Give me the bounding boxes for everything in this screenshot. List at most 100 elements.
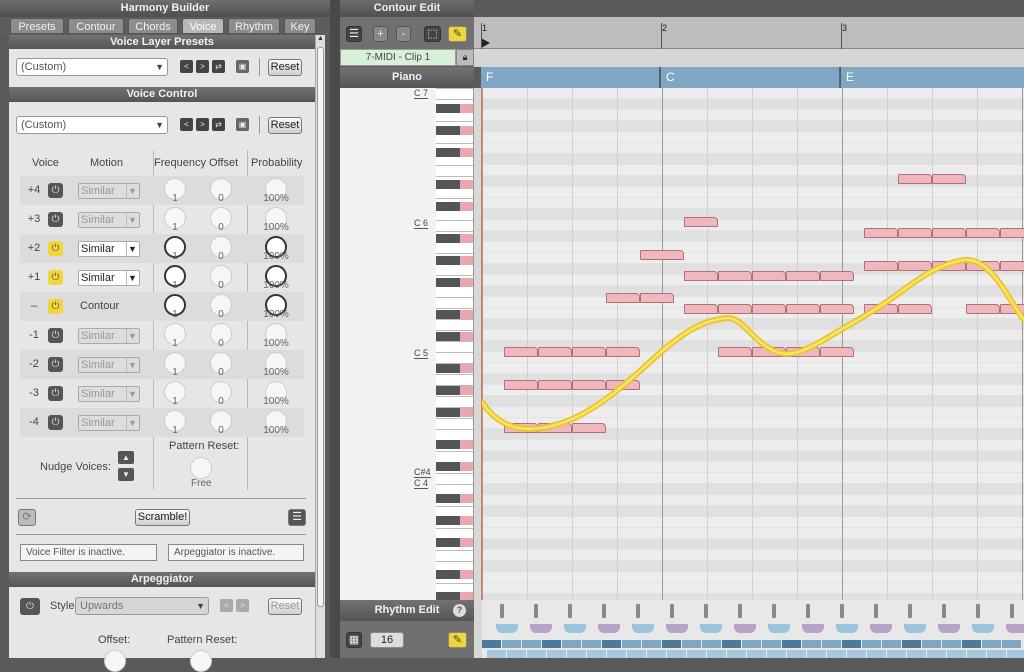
- rhythm-pattern-cell[interactable]: [687, 650, 706, 658]
- playhead-marker-icon[interactable]: [481, 38, 490, 48]
- white-key[interactable]: [436, 143, 473, 144]
- rhythm-pattern-cell[interactable]: [987, 650, 1006, 658]
- rhythm-pattern-cell[interactable]: [667, 650, 686, 658]
- rhythm-pattern-cell[interactable]: [542, 640, 561, 648]
- black-key[interactable]: [436, 234, 460, 243]
- voice-power-icon[interactable]: ⏻: [48, 241, 63, 256]
- white-key[interactable]: [436, 319, 473, 320]
- left-scrollbar[interactable]: ▲: [315, 35, 325, 658]
- rhythm-pattern-cell[interactable]: [962, 640, 981, 648]
- black-key[interactable]: [436, 104, 460, 113]
- rhythm-velocity-bar[interactable]: [564, 624, 586, 633]
- rhythm-velocity-bar[interactable]: [972, 624, 994, 633]
- motion-select[interactable]: Similar ▼: [78, 328, 140, 344]
- tab-chords[interactable]: Chords: [128, 18, 178, 34]
- rhythm-pattern-cell[interactable]: [567, 650, 586, 658]
- rhythm-pattern-cell[interactable]: [602, 640, 621, 648]
- rhythm-pattern-cell[interactable]: [707, 650, 726, 658]
- black-key[interactable]: [436, 180, 460, 189]
- white-key[interactable]: [436, 297, 473, 298]
- rhythm-velocity-bar[interactable]: [1006, 624, 1024, 633]
- white-key[interactable]: [436, 220, 473, 221]
- rhythm-velocity-bar[interactable]: [768, 624, 790, 633]
- rhythm-pattern-cell[interactable]: [682, 640, 701, 648]
- list-icon[interactable]: ☰: [346, 26, 362, 42]
- black-key[interactable]: [436, 148, 460, 157]
- white-key[interactable]: [436, 451, 473, 452]
- contour-path[interactable]: [482, 257, 1024, 432]
- chord-bar-c[interactable]: C: [661, 67, 840, 88]
- rhythm-pattern-cell[interactable]: [1002, 640, 1021, 648]
- rhythm-step[interactable]: [772, 604, 776, 618]
- rhythm-velocity-bar[interactable]: [530, 624, 552, 633]
- voice-power-icon[interactable]: ⏻: [48, 415, 63, 430]
- voice-layer-preset-select[interactable]: (Custom) ▼: [16, 58, 168, 76]
- rhythm-step[interactable]: [1010, 604, 1014, 618]
- rhythm-pattern-cell[interactable]: [642, 640, 661, 648]
- offset-knob[interactable]: [104, 650, 126, 672]
- black-key[interactable]: [436, 310, 460, 319]
- rhythm-pattern-cell[interactable]: [807, 650, 826, 658]
- rhythm-pattern-cell[interactable]: [587, 650, 606, 658]
- rhythm-step[interactable]: [738, 604, 742, 618]
- rhythm-pattern-cell[interactable]: [827, 650, 846, 658]
- rhythm-step[interactable]: [976, 604, 980, 618]
- voice-power-icon[interactable]: ⏻: [48, 183, 63, 198]
- rhythm-pattern-cell[interactable]: [802, 640, 821, 648]
- rhythm-step[interactable]: [908, 604, 912, 618]
- rhythm-step[interactable]: [704, 604, 708, 618]
- white-key[interactable]: [436, 550, 473, 551]
- voice-power-icon[interactable]: ⏻: [48, 328, 63, 343]
- pattern-reset-knob[interactable]: [190, 457, 212, 479]
- rhythm-pattern-cell[interactable]: [982, 640, 1001, 648]
- rhythm-pattern-cell[interactable]: [882, 640, 901, 648]
- white-key[interactable]: [436, 418, 473, 419]
- timeline-ruler[interactable]: [474, 17, 1024, 49]
- rhythm-velocity-bar[interactable]: [700, 624, 722, 633]
- black-key[interactable]: [436, 440, 460, 449]
- rhythm-pattern-cell[interactable]: [622, 640, 641, 648]
- motion-select[interactable]: Similar ▼: [78, 241, 140, 257]
- black-key[interactable]: [436, 516, 460, 525]
- white-key[interactable]: [436, 396, 473, 397]
- piano-keyboard[interactable]: [436, 88, 474, 600]
- voice-layer-reset-button[interactable]: Reset: [268, 59, 302, 76]
- voice-control-reset-button[interactable]: Reset: [268, 117, 302, 134]
- rhythm-pattern-cell[interactable]: [942, 640, 961, 648]
- black-key[interactable]: [436, 592, 460, 600]
- black-key[interactable]: [436, 494, 460, 503]
- black-key[interactable]: [436, 332, 460, 341]
- rhythm-lane[interactable]: [482, 600, 1024, 658]
- black-key[interactable]: [436, 386, 460, 395]
- rhythm-velocity-bar[interactable]: [836, 624, 858, 633]
- black-key[interactable]: [436, 202, 460, 211]
- black-key[interactable]: [436, 126, 460, 135]
- white-key[interactable]: [436, 583, 473, 584]
- motion-select[interactable]: Similar ▼: [78, 357, 140, 373]
- white-key[interactable]: [436, 99, 473, 100]
- rhythm-pattern-cell[interactable]: [747, 650, 766, 658]
- voice-control-preset-select[interactable]: (Custom) ▼: [16, 116, 168, 134]
- prev-preset-button[interactable]: <: [180, 118, 193, 131]
- rhythm-pattern-cell[interactable]: [922, 640, 941, 648]
- voice-power-icon[interactable]: ⏻: [48, 212, 63, 227]
- voice-power-icon[interactable]: ⏻: [48, 386, 63, 401]
- zoom-out-button[interactable]: -: [396, 26, 411, 42]
- black-key[interactable]: [436, 364, 460, 373]
- rhythm-step[interactable]: [670, 604, 674, 618]
- white-key[interactable]: [436, 528, 473, 529]
- random-preset-button[interactable]: ⇄: [212, 60, 225, 73]
- rhythm-pattern-cell[interactable]: [822, 640, 841, 648]
- rhythm-pattern-cell[interactable]: [502, 640, 521, 648]
- rhythm-step[interactable]: [874, 604, 878, 618]
- chord-bar-f[interactable]: F: [481, 67, 660, 88]
- motion-select[interactable]: Similar ▼: [78, 183, 140, 199]
- rhythm-velocity-bar[interactable]: [938, 624, 960, 633]
- motion-select[interactable]: Similar ▼: [78, 415, 140, 431]
- scroll-thumb[interactable]: [317, 47, 324, 607]
- white-key[interactable]: [436, 561, 473, 562]
- rhythm-step[interactable]: [636, 604, 640, 618]
- rhythm-pattern-cell[interactable]: [782, 640, 801, 648]
- rhythm-grid-icon[interactable]: ▦: [346, 632, 362, 648]
- rhythm-pattern-cell[interactable]: [762, 640, 781, 648]
